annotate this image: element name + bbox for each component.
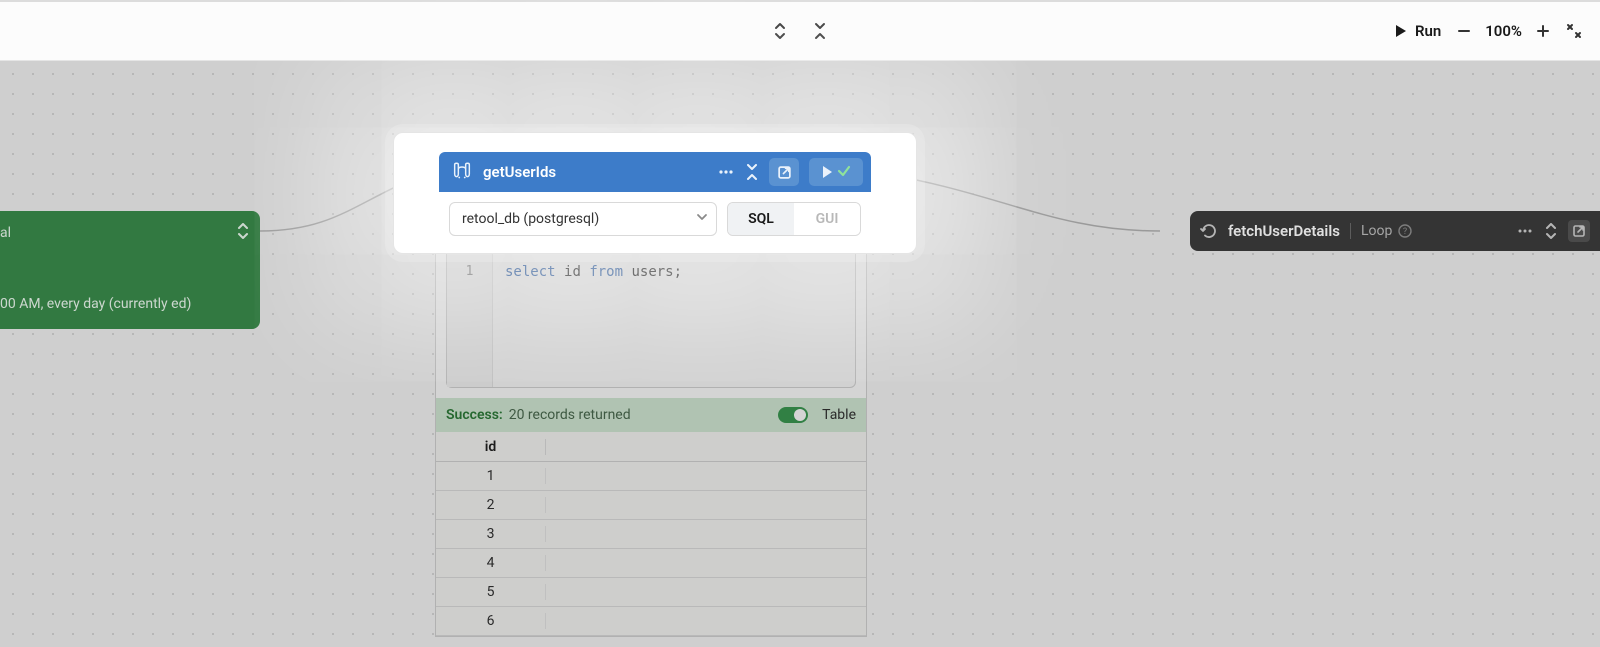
table-row[interactable]: 3: [436, 520, 866, 549]
sql-code[interactable]: select id from users;: [493, 254, 855, 387]
loop-icon: [1200, 222, 1218, 240]
query-node[interactable]: getUserIds retool_db (postgresql): [439, 152, 871, 246]
line-number: 1: [447, 264, 492, 279]
query-node-name: getUserIds: [483, 163, 556, 181]
status-message: 20 records returned: [509, 407, 631, 423]
open-external-icon[interactable]: [1568, 220, 1590, 242]
query-status-bar: Success: 20 records returned Table: [435, 398, 867, 432]
svg-text:?: ?: [1403, 227, 1407, 237]
run-query-button[interactable]: [809, 158, 863, 186]
fetch-node-subtitle: Loop: [1361, 223, 1392, 239]
table-cell: 2: [436, 497, 546, 513]
table-cell: 3: [436, 526, 546, 542]
table-row[interactable]: 2: [436, 491, 866, 520]
query-node-header: getUserIds: [439, 152, 871, 192]
resource-label: retool_db (postgresql): [462, 211, 599, 227]
table-row[interactable]: 1: [436, 462, 866, 491]
table-row[interactable]: 6: [436, 607, 866, 636]
fetch-node-title: fetchUserDetails: [1228, 222, 1340, 240]
trigger-title-fragment: al: [0, 225, 248, 241]
zoom-level: 100%: [1485, 22, 1522, 40]
postgres-icon: [451, 161, 473, 183]
top-toolbar: Run 100%: [0, 0, 1600, 61]
table-cell: 5: [436, 584, 546, 600]
trigger-schedule-text: 00 AM, every day (currently ed): [0, 294, 248, 315]
open-external-button[interactable]: [769, 158, 799, 186]
sql-editor[interactable]: 1 select id from users;: [446, 253, 856, 388]
results-table: id 1 2 3 4 5 6: [435, 432, 867, 637]
fit-view-icon[interactable]: [1566, 23, 1582, 39]
collapse-icon[interactable]: [745, 164, 759, 180]
column-header-id[interactable]: id: [436, 439, 546, 455]
query-node-lower: 1 select id from users; Success: 20 reco…: [435, 253, 867, 637]
zoom-in-button[interactable]: [1536, 24, 1550, 38]
trigger-node[interactable]: al 00 AM, every day (currently ed): [0, 211, 260, 329]
mode-gui[interactable]: GUI: [794, 203, 860, 235]
mode-sql[interactable]: SQL: [728, 203, 794, 235]
run-button[interactable]: Run: [1395, 22, 1441, 40]
fetch-node[interactable]: fetchUserDetails Loop ?: [1190, 211, 1600, 251]
expand-icon[interactable]: [236, 223, 250, 243]
table-toggle[interactable]: [778, 407, 808, 423]
table-row[interactable]: 4: [436, 549, 866, 578]
expand-icon[interactable]: [1544, 223, 1558, 239]
help-icon[interactable]: ?: [1398, 224, 1412, 238]
table-cell: 1: [436, 468, 546, 484]
table-cell: 6: [436, 613, 546, 629]
run-label: Run: [1415, 22, 1441, 40]
zoom-out-button[interactable]: [1457, 24, 1471, 38]
chevron-down-icon: [696, 211, 708, 227]
editor-mode-toggle: SQL GUI: [727, 202, 861, 236]
table-row[interactable]: 5: [436, 578, 866, 607]
view-label: Table: [822, 407, 856, 423]
table-cell: 4: [436, 555, 546, 571]
query-node-highlight: getUserIds retool_db (postgresql): [393, 132, 917, 254]
collapse-vertical-icon[interactable]: [812, 22, 828, 40]
expand-vertical-icon[interactable]: [772, 22, 788, 40]
more-icon[interactable]: [717, 163, 735, 181]
status-label: Success:: [446, 407, 503, 423]
resource-select[interactable]: retool_db (postgresql): [449, 202, 717, 236]
more-icon[interactable]: [1516, 222, 1534, 240]
check-icon: [837, 163, 851, 182]
